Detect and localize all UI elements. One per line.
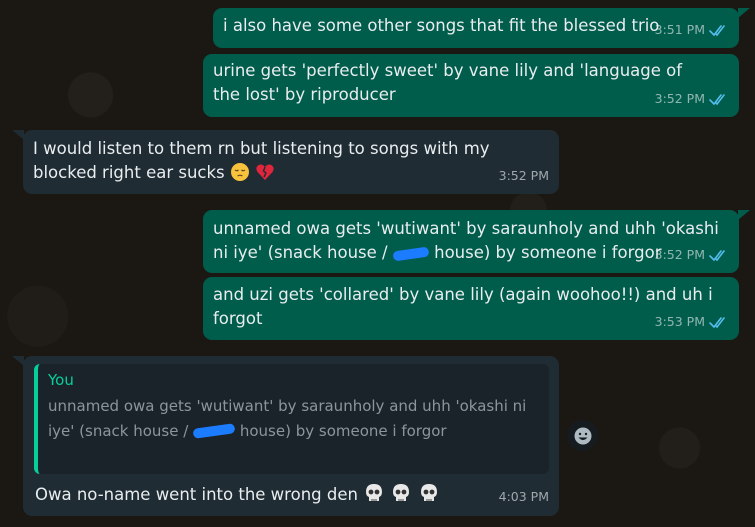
message-text: and uzi gets 'collared' by vane lily (ag… [213,285,713,328]
message-outgoing[interactable]: and uzi gets 'collared' by vane lily (ag… [203,277,739,340]
bubble-tail [12,130,24,140]
bubble-tail [738,8,750,18]
message-time: 3:51 PM [654,22,705,37]
emoji-react-icon[interactable] [567,420,598,451]
message-body: Owa no-name went into the wrong den [35,482,440,511]
message-text: urine gets 'perfectly sweet' by vane lil… [213,61,683,104]
bubble-tail [738,210,750,220]
message-incoming[interactable]: I would listen to them rn but listening … [23,130,559,194]
skull-icon [363,482,385,511]
message-meta: 3:51 PM [655,18,729,42]
message-meta: 3:52 PM [499,164,549,188]
quoted-text: unnamed owa gets 'wutiwant' by saraunhol… [48,394,539,443]
message-outgoing[interactable]: unnamed owa gets 'wutiwant' by saraunhol… [203,210,739,273]
double-check-icon [709,24,725,36]
double-check-icon [709,249,725,261]
message-time: 3:52 PM [654,91,705,106]
quoted-text-part: house) by someone i forgor [239,421,447,440]
message-time: 3:52 PM [498,168,549,183]
message-text: i also have some other songs that fit th… [223,16,660,35]
skull-icon [390,482,412,511]
message-meta: 4:03 PM [499,485,549,509]
message-text-part: house) by someone i forgor [434,243,662,262]
redaction-scribble [192,423,236,439]
message-meta: 3:53 PM [655,310,729,334]
double-check-icon [709,93,725,105]
redaction-scribble [392,246,430,261]
message-incoming-reply[interactable]: You unnamed owa gets 'wutiwant' by sarau… [23,356,559,516]
bubble-tail [12,356,24,366]
message-outgoing[interactable]: urine gets 'perfectly sweet' by vane lil… [203,54,739,117]
broken-heart-icon [255,162,275,189]
quoted-author: You [48,371,74,389]
double-check-icon [709,316,725,328]
message-time: 3:53 PM [654,314,705,329]
message-time: 4:03 PM [498,489,549,504]
skull-icon [418,482,440,511]
message-text: Owa no-name went into the wrong den [35,485,358,504]
message-meta: 3:52 PM [655,243,729,267]
message-time: 3:52 PM [654,247,705,262]
message-outgoing[interactable]: i also have some other songs that fit th… [213,8,739,48]
quoted-message[interactable]: You unnamed owa gets 'wutiwant' by sarau… [34,364,549,474]
message-meta: 3:52 PM [655,87,729,111]
pensive-face-icon [230,162,250,189]
